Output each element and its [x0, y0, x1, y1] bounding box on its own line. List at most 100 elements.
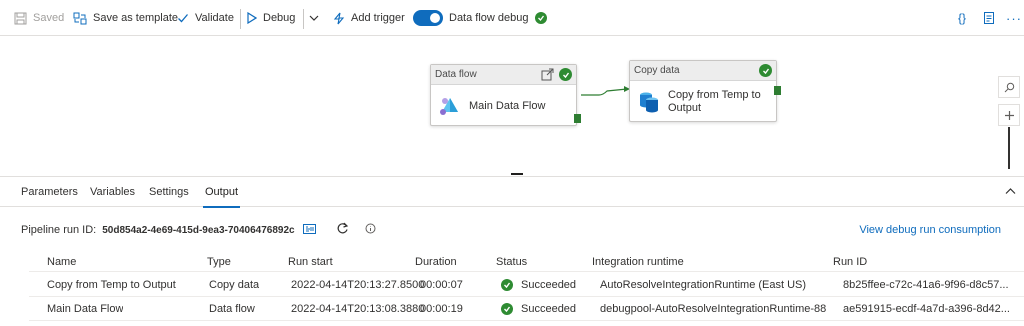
output-port[interactable] — [774, 86, 781, 95]
status-cell: Succeeded — [501, 273, 576, 296]
saved-button[interactable]: Saved — [14, 0, 64, 36]
canvas-search-button[interactable] — [998, 76, 1020, 98]
status-cell: Succeeded — [501, 297, 576, 320]
toolbar-divider — [303, 9, 304, 29]
view-debug-run-consumption-link[interactable]: View debug run consumption — [859, 221, 1001, 239]
column-header-run-id[interactable]: Run ID — [833, 252, 867, 271]
debug-options-dropdown[interactable] — [309, 0, 319, 36]
add-trigger-button[interactable]: Add trigger — [333, 0, 405, 36]
success-check-icon — [501, 302, 513, 315]
info-button[interactable] — [365, 223, 376, 237]
table-header-row: Name Type Run start Duration Status Inte… — [29, 252, 1024, 272]
search-icon — [1004, 82, 1014, 92]
tab-settings[interactable]: Settings — [149, 177, 189, 207]
debug-button[interactable]: Debug — [246, 0, 295, 36]
column-header-name[interactable]: Name — [47, 252, 76, 271]
collapse-panel-button[interactable] — [1005, 186, 1016, 198]
validate-button[interactable]: Validate — [177, 0, 234, 36]
integration-runtime: AutoResolveIntegrationRuntime (East US) — [600, 278, 807, 291]
pipeline-canvas[interactable]: Data flow Main Data Flow Copy data Copy … — [0, 37, 1024, 175]
refresh-icon — [337, 222, 348, 234]
integration-runtime: debugpool-AutoResolveIntegrationRuntime-… — [600, 302, 830, 315]
table-row[interactable]: Main Data Flow Data flow 2022-04-14T20:1… — [29, 297, 1024, 321]
duration: 00:00:19 — [420, 302, 463, 315]
activity-name: Main Data Flow — [47, 302, 124, 315]
copy-data-activity-node[interactable]: Copy data Copy from Temp to Output — [629, 60, 781, 122]
debug-active-check-icon — [534, 12, 547, 24]
chevron-up-icon — [1005, 188, 1016, 194]
save-as-template-label: Save as template — [93, 12, 178, 24]
lightning-icon — [333, 12, 345, 24]
node-body: Main Data Flow — [431, 86, 576, 125]
status-text: Succeeded — [521, 302, 577, 315]
duration: 00:00:07 — [420, 278, 463, 291]
ellipsis-icon: ··· — [1006, 10, 1022, 26]
node-header: Data flow — [431, 65, 576, 85]
run-id[interactable]: ae591915-ecdf-4a7d-a396-8d42... — [843, 297, 1010, 320]
node-name-line2: Output — [668, 101, 702, 114]
properties-icon — [984, 12, 994, 24]
play-icon — [247, 12, 257, 24]
output-panel: Parameters Variables Settings Output Pip… — [0, 176, 1024, 326]
panel-tabs: Parameters Variables Settings Output — [0, 177, 1024, 208]
node-name-line1: Copy from Temp to — [668, 88, 761, 101]
data-flow-activity-node[interactable]: Data flow Main Data Flow — [430, 64, 581, 126]
tab-variables[interactable]: Variables — [90, 177, 135, 207]
success-check-icon — [501, 278, 513, 291]
activity-connector — [581, 86, 630, 96]
debug-label: Debug — [263, 12, 296, 24]
pipeline-toolbar: Saved Save as template Validate Debug Ad… — [0, 0, 1024, 36]
data-flow-debug-label: Data flow debug — [449, 12, 529, 24]
info-icon — [365, 223, 376, 234]
node-name: Main Data Flow — [469, 99, 546, 112]
success-check-icon — [759, 64, 772, 77]
pipeline-run-label: Pipeline run ID: — [21, 224, 97, 236]
template-icon — [73, 12, 87, 24]
properties-button[interactable] — [983, 0, 996, 36]
table-row[interactable]: Copy from Temp to Output Copy data 2022-… — [29, 273, 1024, 297]
copy-run-id-button[interactable] — [302, 223, 316, 237]
node-type-label: Data flow — [435, 69, 477, 80]
code-braces-icon: {} — [958, 11, 967, 25]
validate-label: Validate — [195, 12, 234, 24]
open-external-icon[interactable] — [541, 68, 554, 84]
save-as-template-button[interactable]: Save as template — [73, 0, 178, 36]
tab-parameters[interactable]: Parameters — [21, 177, 78, 207]
data-flow-debug-toggle[interactable] — [413, 10, 443, 26]
activity-runs-table: Name Type Run start Duration Status Inte… — [29, 252, 1024, 321]
pipeline-run-info: Pipeline run ID: 50d854a2-4e69-415d-9ea3… — [21, 221, 376, 239]
column-header-status[interactable]: Status — [496, 252, 527, 271]
data-flow-debug-control: Data flow debug — [413, 0, 547, 36]
panel-resize-handle[interactable] — [511, 173, 523, 175]
output-port[interactable] — [574, 114, 581, 123]
copy-icon — [302, 223, 316, 234]
activity-type: Copy data — [209, 278, 260, 291]
chevron-down-icon — [309, 15, 319, 21]
more-options-button[interactable]: ··· — [1006, 0, 1022, 36]
data-flow-icon — [440, 97, 458, 115]
tab-output[interactable]: Output — [202, 177, 241, 208]
checkmark-icon — [178, 14, 188, 23]
node-body: Copy from Temp to Output — [630, 82, 776, 121]
refresh-button[interactable] — [336, 222, 349, 238]
run-start: 2022-04-14T20:13:08.3880 — [291, 302, 425, 315]
run-id[interactable]: 8b25ffee-c72c-41a6-9f96-d8c57... — [843, 273, 1009, 296]
column-header-run-start[interactable]: Run start — [288, 252, 333, 271]
activity-name: Copy from Temp to Output — [47, 278, 176, 291]
column-header-integration-runtime[interactable]: Integration runtime — [592, 252, 684, 271]
code-view-button[interactable]: {} — [958, 0, 966, 36]
node-type-label: Copy data — [634, 65, 680, 76]
success-check-icon — [559, 68, 572, 81]
column-header-type[interactable]: Type — [207, 252, 231, 271]
zoom-in-button[interactable] — [998, 104, 1020, 126]
node-name: Copy from Temp to Output — [668, 89, 761, 115]
saved-label: Saved — [33, 12, 65, 24]
pipeline-run-id: 50d854a2-4e69-415d-9ea3-70406476892c — [102, 224, 295, 236]
activity-type: Data flow — [209, 302, 255, 315]
plus-icon — [1004, 110, 1014, 120]
column-header-duration[interactable]: Duration — [415, 252, 457, 271]
add-trigger-label: Add trigger — [351, 12, 405, 24]
run-start: 2022-04-14T20:13:27.8500 — [291, 278, 425, 291]
zoom-slider[interactable] — [1008, 127, 1010, 169]
save-icon — [14, 12, 27, 24]
